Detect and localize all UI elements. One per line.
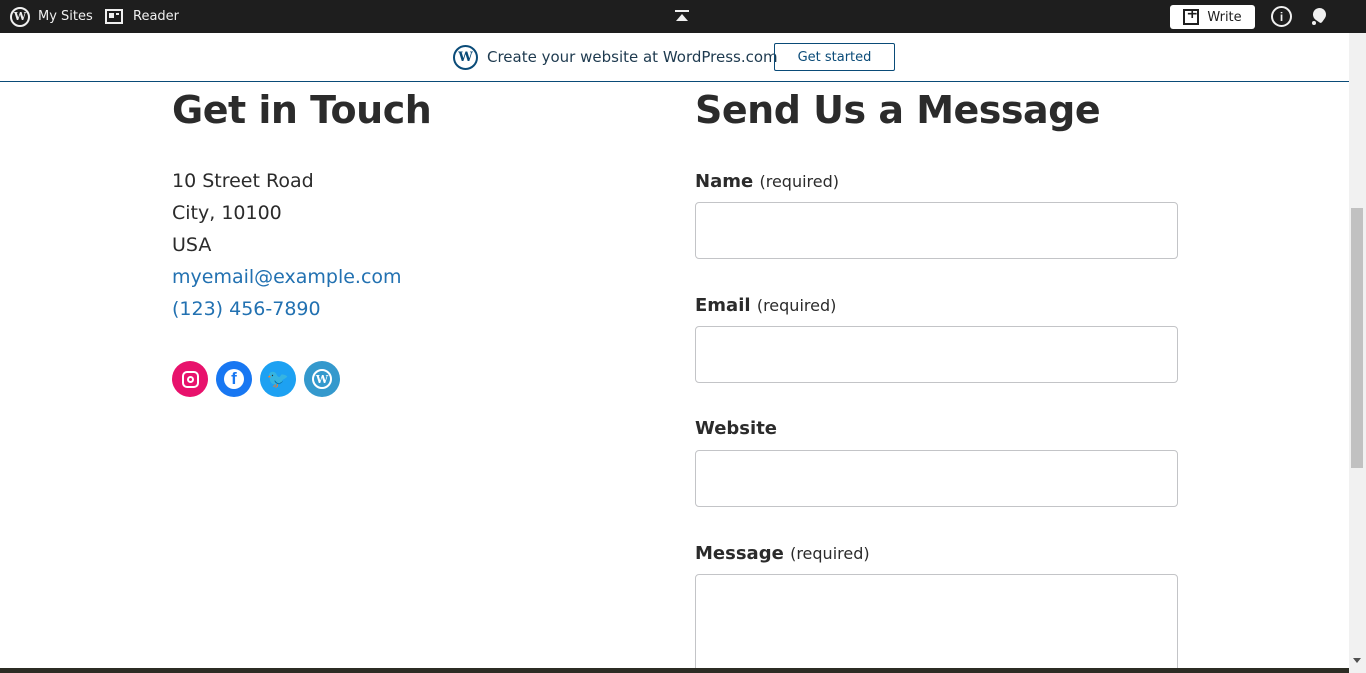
reader-button[interactable]: Reader <box>105 0 179 33</box>
name-label: Name (required) <box>695 171 839 192</box>
my-sites-button[interactable]: W My Sites <box>10 0 93 33</box>
name-field[interactable] <box>695 202 1178 259</box>
email-label: Email (required) <box>695 295 836 316</box>
message-textarea[interactable] <box>695 574 1178 673</box>
address-line-2: City, 10100 <box>172 202 282 224</box>
message-label-text: Message <box>695 543 784 564</box>
reader-icon <box>105 9 123 24</box>
wordpress-logo-icon: W <box>453 45 478 70</box>
signup-banner: W Create your website at WordPress.com G… <box>0 33 1349 82</box>
get-started-button[interactable]: Get started <box>774 43 895 71</box>
banner-text: Create your website at WordPress.com <box>487 48 778 66</box>
phone-link[interactable]: (123) 456-7890 <box>172 298 321 320</box>
scroll-down-arrow-icon[interactable] <box>1353 658 1361 663</box>
email-label-text: Email <box>695 295 751 316</box>
instagram-icon <box>181 370 199 388</box>
wordpress-logo-icon: W <box>10 6 30 27</box>
get-in-touch-heading: Get in Touch <box>172 88 432 132</box>
send-message-heading: Send Us a Message <box>695 88 1101 132</box>
twitter-link[interactable]: 🐦 <box>260 361 296 397</box>
write-label: Write <box>1207 9 1242 25</box>
required-marker: (required) <box>790 544 870 563</box>
page-scrollbar[interactable] <box>1349 33 1366 673</box>
address-country: USA <box>172 234 212 256</box>
scrollbar-thumb[interactable] <box>1351 208 1363 468</box>
bottom-edge <box>0 668 1349 673</box>
wordpress-icon: W <box>312 369 332 389</box>
write-icon <box>1183 6 1200 25</box>
required-marker: (required) <box>759 172 839 191</box>
website-label: Website <box>695 418 777 439</box>
address-line-1: 10 Street Road <box>172 170 314 192</box>
notifications-bell-icon[interactable] <box>1311 8 1329 26</box>
twitter-icon: 🐦 <box>266 368 290 390</box>
my-sites-label: My Sites <box>38 9 93 24</box>
facebook-icon: f <box>224 369 244 389</box>
email-field[interactable] <box>695 326 1178 383</box>
help-icon[interactable]: i <box>1271 6 1292 27</box>
message-label: Message (required) <box>695 543 870 564</box>
wordpress-link[interactable]: W <box>304 361 340 397</box>
write-button[interactable]: Write <box>1170 5 1255 29</box>
website-label-text: Website <box>695 418 778 439</box>
facebook-link[interactable]: f <box>216 361 252 397</box>
reader-label: Reader <box>133 9 180 24</box>
required-marker: (required) <box>756 296 837 315</box>
name-label-text: Name <box>695 171 754 192</box>
admin-bar: W My Sites Reader Write i <box>0 0 1366 33</box>
website-field[interactable] <box>695 450 1178 507</box>
instagram-link[interactable] <box>172 361 208 397</box>
email-link[interactable]: myemail@example.com <box>172 266 402 288</box>
collapse-toolbar-icon[interactable] <box>675 10 689 22</box>
